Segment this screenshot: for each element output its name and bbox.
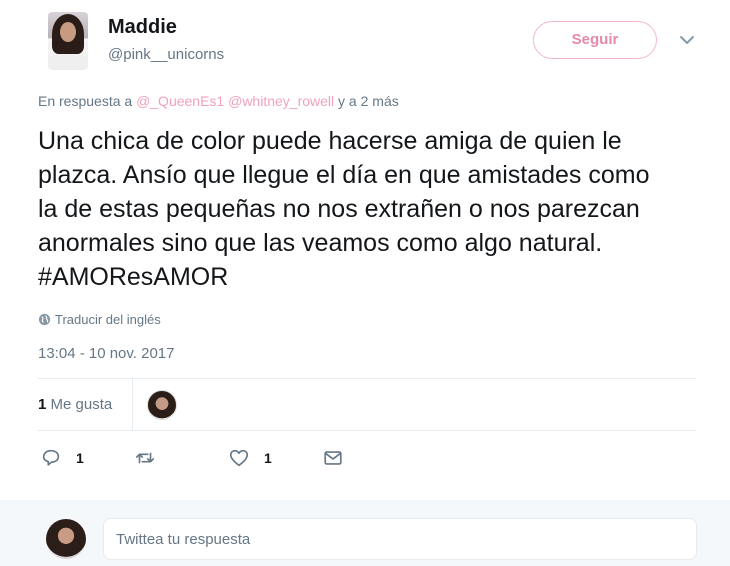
divider bbox=[38, 430, 696, 431]
likes-stat[interactable]: 1 Me gusta bbox=[38, 396, 112, 413]
tweet-line: Una chica de color puede hacerse amiga d… bbox=[38, 127, 622, 155]
likes-count: 1 bbox=[38, 396, 47, 413]
reply-context: En respuesta a @_QueenEs1 @whitney_rowel… bbox=[38, 93, 399, 109]
reply-prefix: En respuesta a bbox=[38, 93, 133, 109]
divider bbox=[132, 378, 133, 430]
hashtag-link[interactable]: #AMOResAMOR bbox=[38, 260, 708, 294]
reply-count: 1 bbox=[76, 450, 84, 466]
translate-link[interactable]: Traducir del inglés bbox=[38, 312, 161, 327]
retweet-action[interactable] bbox=[134, 446, 170, 470]
current-user-avatar bbox=[46, 519, 86, 559]
follow-button[interactable]: Seguir bbox=[533, 21, 657, 59]
tweet-timestamp[interactable]: 13:04 - 10 nov. 2017 bbox=[38, 345, 175, 362]
reply-suffix[interactable]: y a 2 más bbox=[338, 93, 399, 109]
tweet-text: Una chica de color puede hacerse amiga d… bbox=[38, 124, 708, 294]
like-action[interactable]: 1 bbox=[228, 446, 272, 470]
divider bbox=[38, 378, 696, 379]
reply-icon bbox=[42, 449, 60, 466]
chevron-down-icon[interactable] bbox=[678, 34, 696, 46]
mention-link[interactable]: @_QueenEs1 bbox=[136, 93, 224, 109]
author-name[interactable]: Maddie bbox=[108, 16, 177, 39]
liker-avatar[interactable] bbox=[147, 390, 177, 420]
globe-icon bbox=[38, 313, 51, 326]
retweet-icon bbox=[135, 452, 155, 464]
reply-input[interactable] bbox=[103, 518, 697, 560]
heart-icon bbox=[229, 449, 249, 467]
like-count: 1 bbox=[264, 450, 272, 466]
author-handle[interactable]: @pink__unicorns bbox=[108, 46, 224, 63]
tweet-line: anormales sino que las veamos como algo … bbox=[38, 229, 603, 257]
envelope-icon bbox=[324, 451, 342, 465]
message-action[interactable] bbox=[322, 446, 344, 470]
translate-label[interactable]: Traducir del inglés bbox=[55, 312, 161, 327]
likes-label: Me gusta bbox=[50, 396, 113, 413]
tweet-line: plazca. Ansío que llegue el día en que a… bbox=[38, 161, 650, 189]
author-avatar[interactable] bbox=[48, 12, 88, 70]
tweet-line: la de estas pequeñas no nos extrañen o n… bbox=[38, 195, 640, 223]
reply-action[interactable]: 1 bbox=[40, 446, 84, 470]
mention-link[interactable]: @whitney_rowell bbox=[228, 93, 334, 109]
